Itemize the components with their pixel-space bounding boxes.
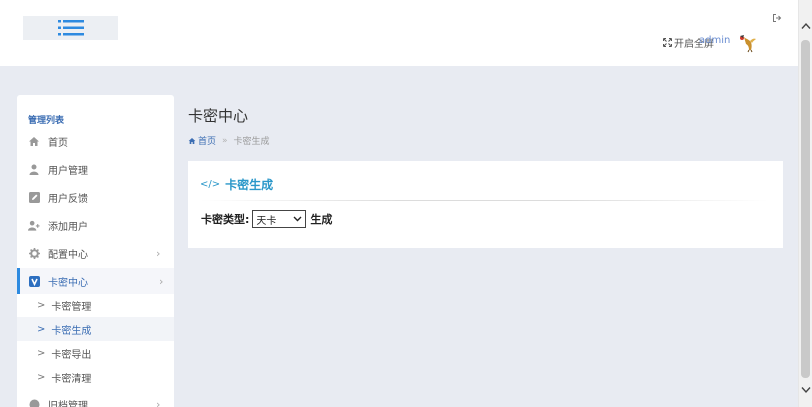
sidebar-subitem-card-management[interactable]: > 卡密管理 [17,293,174,317]
username-link[interactable]: admin [699,35,730,46]
card-type-select-value: 天卡 [256,215,277,227]
edit-icon [28,191,40,203]
scroll-down-arrow-icon[interactable] [799,386,812,398]
sidebar-item-label: 用户反馈 [48,193,88,205]
menu-toggle-button[interactable] [23,16,118,40]
user-add-icon [28,219,40,231]
breadcrumb-home-label: 首页 [198,137,217,147]
sidebar-item-label: 卡密中心 [48,277,88,289]
sidebar-subitem-label: 卡密管理 [51,301,92,313]
sidebar-subitem-label: 卡密导出 [51,349,92,361]
scrollbar-thumb[interactable] [801,40,810,378]
breadcrumb: 首页 » 卡密生成 [188,134,270,147]
breadcrumb-home-link[interactable]: 首页 [188,134,216,147]
code-icon: </> [200,179,221,190]
arrow-right-icon: > [37,371,46,383]
sidebar-subitem-card-cleanup[interactable]: > 卡密清理 [17,365,174,389]
card-type-label: 卡密类型: [201,213,250,226]
top-header: 开启全屏 admin [0,0,798,66]
logout-icon[interactable] [772,13,782,23]
sidebar-item-label: 旧档管理 [48,400,88,407]
sidebar-item-archive-management[interactable]: 旧档管理 › [17,391,174,407]
sidebar-item-label: 首页 [48,137,68,149]
sidebar-item-user-feedback[interactable]: 用户反馈 [17,184,174,210]
sidebar: 管理列表 首页 用户管理 用户反馈 添加用户 配置中心 › 卡密中心 › > 卡… [17,95,174,407]
page-title: 卡密中心 [188,107,249,125]
generate-button[interactable]: 生成 [310,211,332,227]
hamburger-icon [57,20,84,36]
sidebar-item-label: 用户管理 [48,165,88,177]
arrow-right-icon: > [37,299,46,311]
chevron-right-icon: › [156,397,161,407]
gear-icon [28,247,40,259]
user-icon [28,163,40,175]
arrow-right-icon: > [37,323,46,335]
sidebar-title: 管理列表 [28,116,65,126]
v-card-icon [28,275,40,287]
sidebar-item-config-center[interactable]: 配置中心 › [17,240,174,266]
breadcrumb-current: 卡密生成 [233,137,270,147]
sidebar-item-card-center[interactable]: 卡密中心 › [17,268,174,294]
card-type-form-row: 卡密类型: 天卡 生成 [201,210,332,228]
sidebar-subitem-card-generate[interactable]: > 卡密生成 [17,317,174,341]
sidebar-item-user-management[interactable]: 用户管理 [17,156,174,182]
panel-heading-label: 卡密生成 [225,178,274,192]
card-type-select[interactable]: 天卡 [252,210,307,228]
chevron-right-icon: › [156,246,161,260]
home-icon [188,137,196,144]
panel-divider [200,200,768,201]
sidebar-item-label: 添加用户 [48,221,88,233]
scroll-up-arrow-icon[interactable] [799,22,812,34]
avatar[interactable] [738,33,758,53]
sidebar-item-label: 配置中心 [48,249,88,261]
sidebar-item-home[interactable]: 首页 [17,128,174,154]
breadcrumb-separator: » [222,135,228,146]
sidebar-subitem-card-export[interactable]: > 卡密导出 [17,341,174,365]
arrow-right-icon: > [37,347,46,359]
circle-icon [28,398,40,407]
expand-icon [663,38,672,47]
card-generate-panel: </> 卡密生成 卡密类型: 天卡 生成 [188,161,783,248]
chevron-down-icon [293,216,302,222]
sidebar-subitem-label: 卡密清理 [51,373,92,385]
page-scrollbar[interactable] [798,0,812,407]
sidebar-item-add-user[interactable]: 添加用户 [17,212,174,238]
panel-heading: </> 卡密生成 [200,176,273,193]
chevron-right-icon: › [159,274,164,288]
sidebar-subitem-label: 卡密生成 [51,325,92,337]
home-icon [28,135,40,147]
